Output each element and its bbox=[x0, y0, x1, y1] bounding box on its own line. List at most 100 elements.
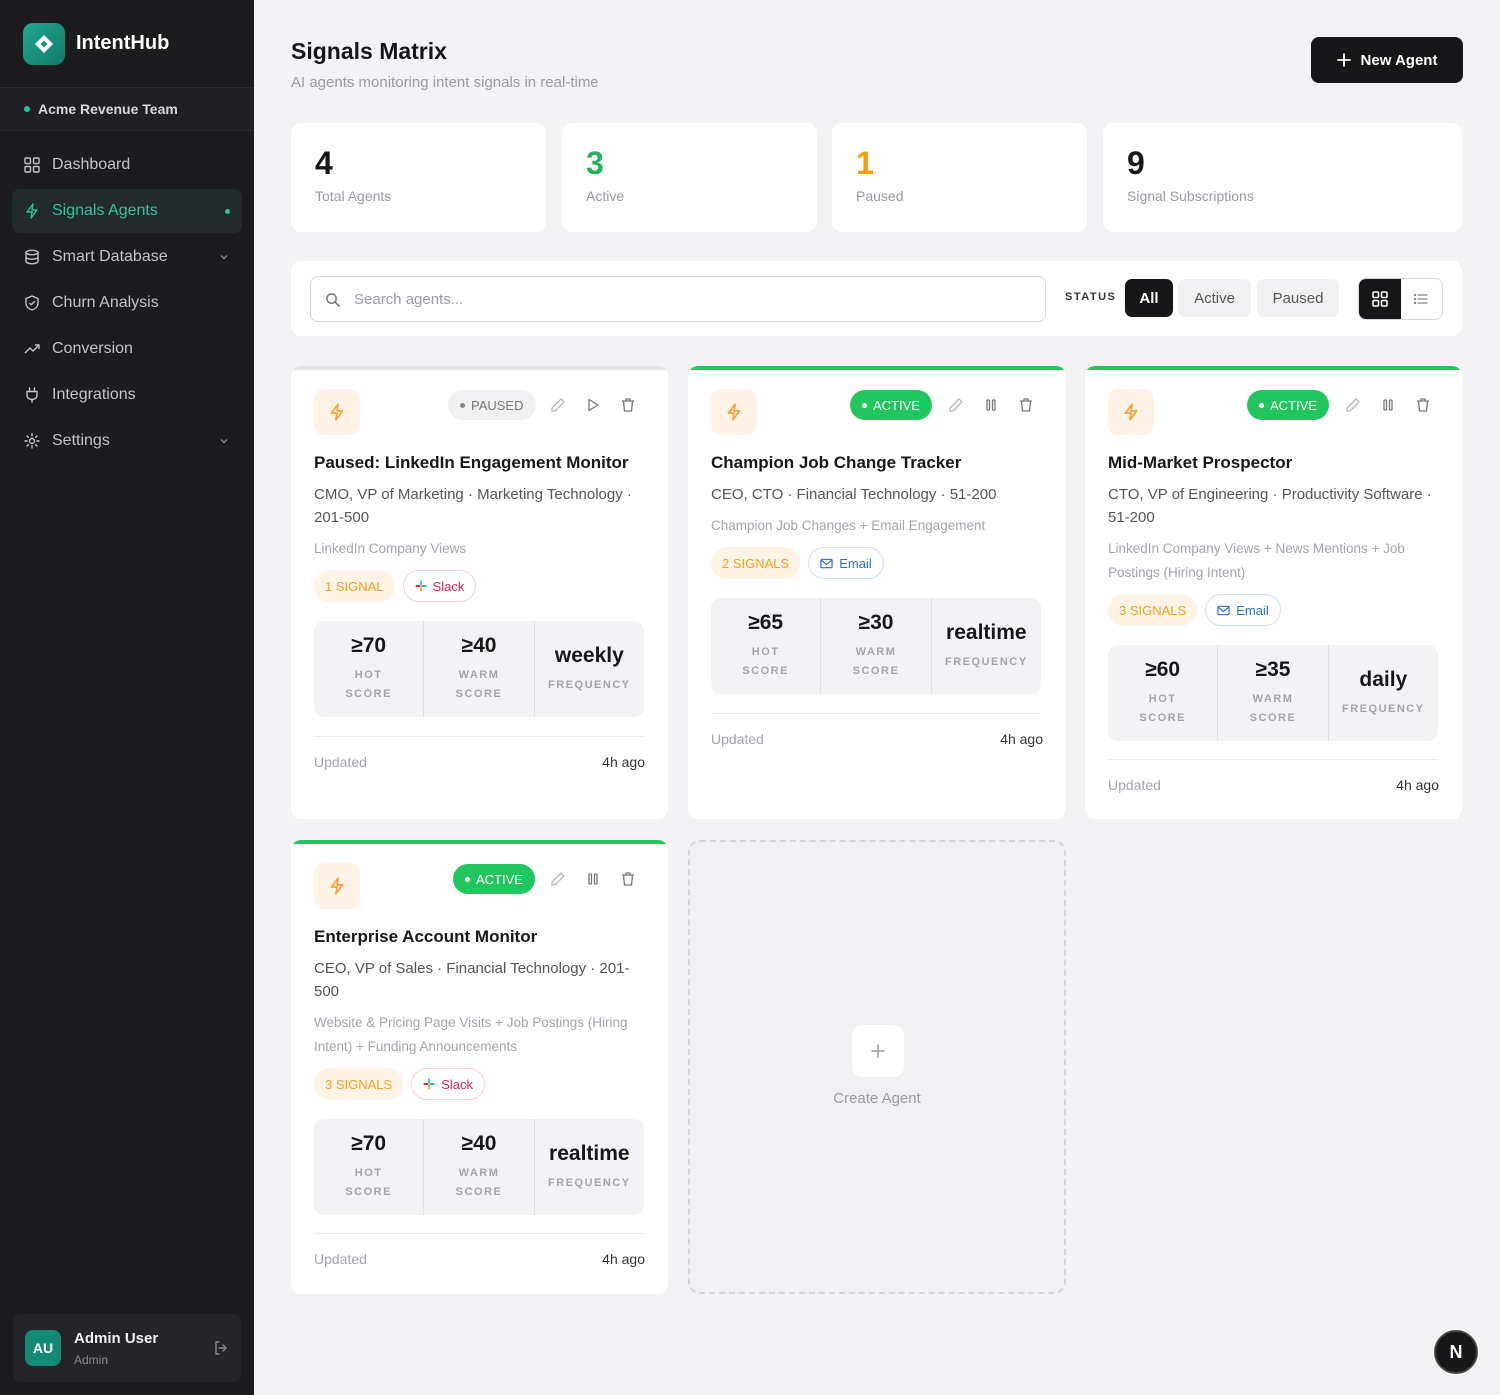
card-status-bar bbox=[1085, 366, 1462, 370]
warm-score-metric: ≥40 WARM SCORE bbox=[424, 1119, 535, 1215]
stat-value: 3 bbox=[586, 145, 604, 181]
chevron-down-icon[interactable] bbox=[218, 251, 230, 263]
channel-slack-badge: Slack bbox=[402, 570, 477, 602]
grid-view-button[interactable] bbox=[1359, 279, 1401, 319]
agent-card[interactable]: ACTIVE Enterprise Account Monitor CEO, V… bbox=[291, 840, 668, 1294]
sidebar-item-integrations[interactable]: Integrations bbox=[12, 373, 242, 417]
pause-icon[interactable] bbox=[585, 871, 601, 887]
updated-time: 4h ago bbox=[1396, 777, 1439, 793]
sidebar: IntentHub Acme Revenue Team Dashboard Si… bbox=[0, 0, 254, 1395]
signal-count-badge: 3 SIGNALS bbox=[314, 1068, 404, 1100]
trash-icon[interactable] bbox=[620, 871, 636, 887]
user-card[interactable]: AU Admin User Admin bbox=[13, 1314, 241, 1382]
new-agent-button[interactable]: New Agent bbox=[1311, 37, 1463, 83]
agent-card[interactable]: ACTIVE Champion Job Change Tracker CEO, … bbox=[688, 366, 1066, 819]
shield-check-icon bbox=[25, 295, 39, 311]
sidebar-item-label: Dashboard bbox=[52, 156, 131, 173]
plus-icon bbox=[1336, 53, 1351, 67]
create-agent-card[interactable]: Create Agent bbox=[688, 840, 1066, 1294]
agent-signals: Website & Pricing Page Visits + Job Post… bbox=[314, 1015, 628, 1054]
filter-toolbar: STATUS All Active Paused bbox=[291, 261, 1462, 336]
database-icon bbox=[25, 249, 39, 265]
edit-icon[interactable] bbox=[948, 397, 964, 413]
trash-icon[interactable] bbox=[1415, 397, 1431, 413]
filter-all[interactable]: All bbox=[1125, 279, 1173, 317]
agent-metrics: ≥70 HOT SCORE ≥40 WARM SCORE realtime FREQU… bbox=[314, 1119, 644, 1215]
filter-active[interactable]: Active bbox=[1178, 279, 1251, 317]
agent-card[interactable]: PAUSED Paused: LinkedIn Engagement Monit… bbox=[291, 366, 668, 819]
bolt-icon bbox=[26, 203, 38, 219]
edit-icon[interactable] bbox=[550, 871, 566, 887]
view-toggle bbox=[1358, 278, 1443, 320]
pause-icon[interactable] bbox=[983, 397, 999, 413]
sidebar-nav: Dashboard Signals Agents Smart Database … bbox=[0, 131, 254, 477]
agent-tags: 3 SIGNALS Slack bbox=[314, 1068, 493, 1100]
filter-paused[interactable]: Paused bbox=[1257, 279, 1339, 317]
status-filter-label: STATUS bbox=[1065, 291, 1117, 303]
search-box[interactable] bbox=[310, 276, 1046, 322]
channel-email-badge: Email bbox=[808, 547, 884, 579]
edit-icon[interactable] bbox=[550, 397, 566, 413]
brand[interactable]: IntentHub bbox=[0, 0, 254, 88]
mail-icon bbox=[1217, 605, 1230, 615]
status-badge: ACTIVE bbox=[850, 390, 932, 420]
sidebar-item-label: Smart Database bbox=[52, 248, 168, 265]
chevron-down-icon[interactable] bbox=[218, 435, 230, 447]
agent-tags: 1 SIGNAL Slack bbox=[314, 570, 484, 602]
list-icon bbox=[1413, 293, 1428, 305]
floating-dev-button[interactable]: N bbox=[1434, 1330, 1478, 1374]
slack-icon bbox=[423, 1078, 435, 1090]
agent-metrics: ≥60 HOT SCORE ≥35 WARM SCORE daily FREQUENC… bbox=[1108, 645, 1438, 741]
agent-card[interactable]: ACTIVE Mid-Market Prospector CTO, VP of … bbox=[1085, 366, 1462, 819]
status-badge: ACTIVE bbox=[453, 864, 535, 894]
sidebar-item-smart-database[interactable]: Smart Database bbox=[12, 235, 242, 279]
gear-icon bbox=[24, 433, 40, 449]
trash-icon[interactable] bbox=[1018, 397, 1034, 413]
agent-title: Enterprise Account Monitor bbox=[314, 927, 538, 946]
trash-icon[interactable] bbox=[620, 397, 636, 413]
agent-title: Champion Job Change Tracker bbox=[711, 453, 962, 472]
agent-tags: 2 SIGNALS Email bbox=[711, 547, 892, 579]
stat-paused: 1 Paused bbox=[832, 123, 1087, 232]
play-icon[interactable] bbox=[585, 397, 601, 413]
frequency-metric: realtime FREQUENCY bbox=[945, 620, 1028, 668]
agent-tags: 3 SIGNALS Email bbox=[1108, 594, 1289, 626]
updated-time: 4h ago bbox=[602, 1251, 645, 1267]
updated-label: Updated bbox=[314, 1251, 367, 1267]
sidebar-item-churn-analysis[interactable]: Churn Analysis bbox=[12, 281, 242, 325]
hot-score-metric: ≥65 HOT SCORE bbox=[711, 598, 822, 694]
bolt-icon bbox=[314, 863, 360, 909]
hot-score-metric: ≥70 HOT SCORE bbox=[314, 621, 425, 717]
sidebar-item-settings[interactable]: Settings bbox=[12, 419, 242, 463]
team-switcher[interactable]: Acme Revenue Team bbox=[0, 88, 254, 131]
updated-time: 4h ago bbox=[602, 754, 645, 770]
user-name: Admin User bbox=[74, 1329, 159, 1347]
team-status-dot bbox=[24, 106, 30, 112]
sidebar-item-label: Settings bbox=[52, 432, 110, 449]
sidebar-item-dashboard[interactable]: Dashboard bbox=[12, 143, 242, 187]
card-divider bbox=[1108, 759, 1438, 760]
list-view-button[interactable] bbox=[1401, 279, 1443, 319]
main-content: Signals Matrix AI agents monitoring inte… bbox=[254, 0, 1500, 1395]
search-input[interactable] bbox=[354, 290, 1034, 308]
bolt-icon bbox=[314, 389, 360, 435]
logout-icon[interactable] bbox=[213, 1340, 229, 1356]
stat-value: 9 bbox=[1127, 145, 1145, 181]
stat-label: Active bbox=[586, 188, 625, 204]
agent-signals: LinkedIn Company Views bbox=[314, 541, 467, 556]
bolt-icon bbox=[1108, 389, 1154, 435]
status-badge: ACTIVE bbox=[1247, 390, 1329, 420]
sidebar-item-signals-agents[interactable]: Signals Agents bbox=[12, 189, 242, 233]
updated-label: Updated bbox=[711, 731, 764, 747]
agent-targeting: CEO, VP of Sales · Financial Technology … bbox=[314, 960, 630, 1000]
sidebar-item-label: Signals Agents bbox=[52, 202, 158, 219]
new-agent-label: New Agent bbox=[1360, 51, 1438, 69]
edit-icon[interactable] bbox=[1345, 397, 1361, 413]
stat-label: Paused bbox=[856, 188, 904, 204]
sidebar-item-conversion[interactable]: Conversion bbox=[12, 327, 242, 371]
avatar: AU bbox=[25, 1330, 61, 1366]
plug-icon bbox=[26, 387, 38, 403]
pause-icon[interactable] bbox=[1380, 397, 1396, 413]
sidebar-item-label: Integrations bbox=[52, 386, 136, 403]
mail-icon bbox=[820, 558, 833, 568]
